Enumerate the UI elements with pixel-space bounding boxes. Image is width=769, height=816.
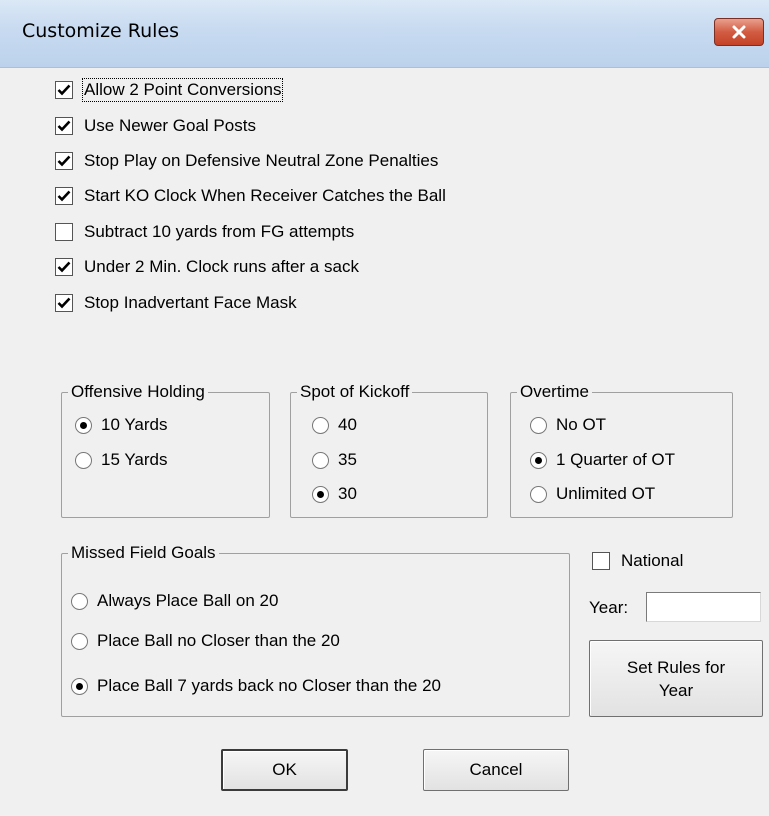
- radio-button[interactable]: [75, 451, 92, 469]
- checkbox-label: Stop Play on Defensive Neutral Zone Pena…: [84, 151, 439, 170]
- checkbox-label: Allow 2 Point Conversions: [81, 78, 284, 102]
- checkbox-label: Use Newer Goal Posts: [84, 116, 256, 135]
- radio-ot-unlimited[interactable]: Unlimited OT: [530, 482, 655, 506]
- checkbox-allow-2-point[interactable]: Allow 2 Point Conversions: [55, 77, 284, 103]
- radio-label: Always Place Ball on 20: [97, 591, 279, 610]
- radio-kickoff-40[interactable]: 40: [312, 413, 357, 437]
- radio-holding-10-yards[interactable]: 10 Yards: [75, 413, 167, 437]
- radio-button[interactable]: [312, 485, 329, 503]
- radio-button[interactable]: [530, 485, 547, 503]
- group-title: Spot of Kickoff: [297, 381, 413, 403]
- checkmark-icon: [57, 297, 71, 309]
- checkbox-subtract-10-yards[interactable]: Subtract 10 yards from FG attempts: [55, 219, 354, 245]
- checkbox-label: Start KO Clock When Receiver Catches the…: [84, 186, 446, 205]
- checkbox-box[interactable]: [55, 152, 73, 170]
- radio-button[interactable]: [530, 416, 547, 434]
- radio-kickoff-35[interactable]: 35: [312, 448, 357, 472]
- radio-label: No OT: [556, 415, 607, 434]
- checkbox-under-2-min[interactable]: Under 2 Min. Clock runs after a sack: [55, 254, 359, 280]
- radio-mfg-always-20[interactable]: Always Place Ball on 20: [71, 589, 278, 613]
- radio-label: Place Ball 7 yards back no Closer than t…: [97, 676, 441, 695]
- radio-button[interactable]: [71, 677, 88, 695]
- close-icon: [732, 25, 746, 39]
- group-title: Missed Field Goals: [68, 542, 219, 564]
- year-input[interactable]: [646, 592, 761, 622]
- group-title: Overtime: [517, 381, 592, 403]
- radio-label: 35: [338, 450, 357, 469]
- group-overtime: Overtime No OT 1 Quarter of OT Unlimited…: [510, 381, 733, 518]
- group-offensive-holding: Offensive Holding 10 Yards 15 Yards: [61, 381, 270, 518]
- radio-kickoff-30[interactable]: 30: [312, 482, 357, 506]
- group-title: Offensive Holding: [68, 381, 208, 403]
- set-rules-for-year-button[interactable]: Set Rules for Year: [589, 640, 763, 717]
- checkbox-face-mask[interactable]: Stop Inadvertant Face Mask: [55, 290, 297, 316]
- checkbox-neutral-zone[interactable]: Stop Play on Defensive Neutral Zone Pena…: [55, 148, 438, 174]
- radio-ot-1-quarter[interactable]: 1 Quarter of OT: [530, 448, 675, 472]
- radio-button[interactable]: [530, 451, 547, 469]
- radio-mfg-no-closer-20[interactable]: Place Ball no Closer than the 20: [71, 629, 340, 653]
- radio-button[interactable]: [71, 632, 88, 650]
- checkbox-label: Stop Inadvertant Face Mask: [84, 293, 297, 312]
- window-title: Customize Rules: [22, 20, 180, 42]
- radio-mfg-7-yards-back[interactable]: Place Ball 7 yards back no Closer than t…: [71, 674, 441, 698]
- checkmark-icon: [57, 190, 71, 202]
- checkbox-label: Under 2 Min. Clock runs after a sack: [84, 257, 359, 276]
- radio-button[interactable]: [312, 451, 329, 469]
- ok-button[interactable]: OK: [221, 749, 348, 791]
- checkbox-box[interactable]: [55, 223, 73, 241]
- checkmark-icon: [57, 155, 71, 167]
- checkbox-box[interactable]: [55, 294, 73, 312]
- radio-label: Unlimited OT: [556, 484, 656, 503]
- radio-label: 10 Yards: [101, 415, 168, 434]
- checkbox-ko-clock[interactable]: Start KO Clock When Receiver Catches the…: [55, 183, 446, 209]
- radio-label: 15 Yards: [101, 450, 168, 469]
- checkbox-label: Subtract 10 yards from FG attempts: [84, 222, 355, 241]
- radio-holding-15-yards[interactable]: 15 Yards: [75, 448, 167, 472]
- year-label: Year:: [589, 598, 629, 617]
- radio-button[interactable]: [75, 416, 92, 434]
- checkmark-icon: [57, 120, 71, 132]
- checkbox-newer-goal-posts[interactable]: Use Newer Goal Posts: [55, 113, 256, 139]
- radio-label: 1 Quarter of OT: [556, 450, 676, 469]
- checkmark-icon: [57, 84, 71, 96]
- checkbox-box[interactable]: [592, 552, 610, 570]
- checkbox-box[interactable]: [55, 117, 73, 135]
- radio-label: Place Ball no Closer than the 20: [97, 631, 340, 650]
- radio-button[interactable]: [71, 592, 88, 610]
- group-spot-of-kickoff: Spot of Kickoff 40 35 30: [290, 381, 488, 518]
- radio-button[interactable]: [312, 416, 329, 434]
- checkbox-box[interactable]: [55, 81, 73, 99]
- checkbox-box[interactable]: [55, 258, 73, 276]
- close-button[interactable]: [714, 18, 764, 46]
- radio-ot-none[interactable]: No OT: [530, 413, 606, 437]
- radio-label: 30: [338, 484, 357, 503]
- checkmark-icon: [57, 261, 71, 273]
- radio-label: 40: [338, 415, 357, 434]
- group-missed-field-goals: Missed Field Goals Always Place Ball on …: [61, 542, 570, 717]
- customize-rules-dialog: Customize Rules Allow 2 Point Conversion…: [0, 0, 769, 816]
- checkbox-national[interactable]: National: [592, 548, 683, 574]
- cancel-button[interactable]: Cancel: [423, 749, 569, 791]
- checkbox-label: National: [621, 551, 684, 570]
- title-bar[interactable]: Customize Rules: [0, 0, 769, 68]
- checkbox-box[interactable]: [55, 187, 73, 205]
